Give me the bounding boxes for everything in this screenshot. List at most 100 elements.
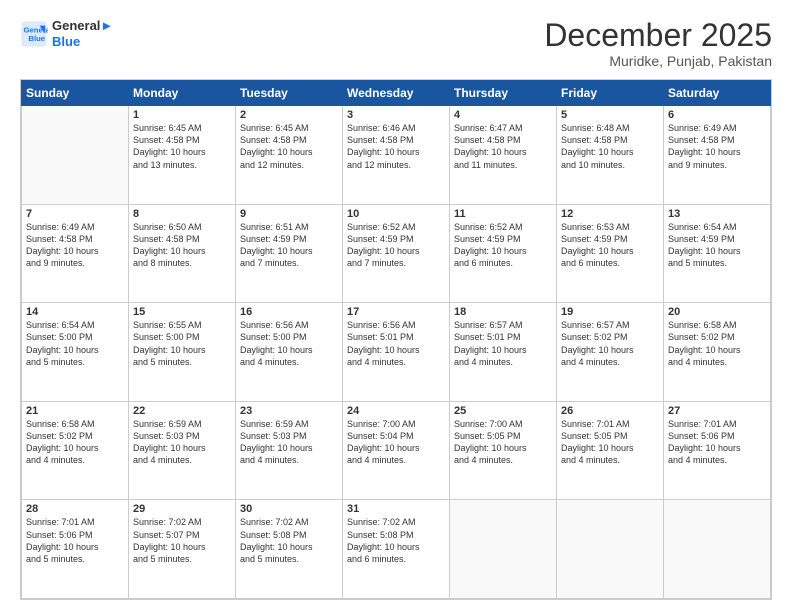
calendar-cell: 23Sunrise: 6:59 AM Sunset: 5:03 PM Dayli… (236, 401, 343, 500)
cell-content: Sunrise: 6:45 AM Sunset: 4:58 PM Dayligh… (133, 122, 231, 171)
week-row-4: 21Sunrise: 6:58 AM Sunset: 5:02 PM Dayli… (22, 401, 771, 500)
day-number: 26 (561, 405, 659, 417)
day-number: 25 (454, 405, 552, 417)
calendar-cell: 25Sunrise: 7:00 AM Sunset: 5:05 PM Dayli… (450, 401, 557, 500)
day-number: 12 (561, 208, 659, 220)
day-number: 30 (240, 503, 338, 515)
calendar-cell: 17Sunrise: 6:56 AM Sunset: 5:01 PM Dayli… (343, 303, 450, 402)
calendar-cell: 6Sunrise: 6:49 AM Sunset: 4:58 PM Daylig… (664, 106, 771, 205)
logo-icon: General Blue (20, 20, 48, 48)
cell-content: Sunrise: 6:52 AM Sunset: 4:59 PM Dayligh… (347, 221, 445, 270)
cell-content: Sunrise: 6:56 AM Sunset: 5:00 PM Dayligh… (240, 319, 338, 368)
calendar-cell (557, 500, 664, 599)
logo: General Blue General► Blue (20, 18, 113, 49)
day-number: 28 (26, 503, 124, 515)
day-number: 5 (561, 109, 659, 121)
cell-content: Sunrise: 7:00 AM Sunset: 5:05 PM Dayligh… (454, 418, 552, 467)
calendar-cell: 29Sunrise: 7:02 AM Sunset: 5:07 PM Dayli… (129, 500, 236, 599)
header: General Blue General► Blue December 2025… (20, 18, 772, 69)
calendar-cell: 13Sunrise: 6:54 AM Sunset: 4:59 PM Dayli… (664, 204, 771, 303)
cell-content: Sunrise: 6:57 AM Sunset: 5:02 PM Dayligh… (561, 319, 659, 368)
day-number: 1 (133, 109, 231, 121)
day-number: 16 (240, 306, 338, 318)
cell-content: Sunrise: 6:50 AM Sunset: 4:58 PM Dayligh… (133, 221, 231, 270)
day-number: 21 (26, 405, 124, 417)
calendar-cell: 28Sunrise: 7:01 AM Sunset: 5:06 PM Dayli… (22, 500, 129, 599)
calendar-body: 1Sunrise: 6:45 AM Sunset: 4:58 PM Daylig… (22, 106, 771, 599)
cell-content: Sunrise: 6:49 AM Sunset: 4:58 PM Dayligh… (26, 221, 124, 270)
cell-content: Sunrise: 7:02 AM Sunset: 5:07 PM Dayligh… (133, 516, 231, 565)
cell-content: Sunrise: 7:01 AM Sunset: 5:05 PM Dayligh… (561, 418, 659, 467)
cell-content: Sunrise: 6:53 AM Sunset: 4:59 PM Dayligh… (561, 221, 659, 270)
calendar-cell: 24Sunrise: 7:00 AM Sunset: 5:04 PM Dayli… (343, 401, 450, 500)
day-number: 18 (454, 306, 552, 318)
calendar-cell: 22Sunrise: 6:59 AM Sunset: 5:03 PM Dayli… (129, 401, 236, 500)
day-number: 24 (347, 405, 445, 417)
day-number: 29 (133, 503, 231, 515)
day-number: 10 (347, 208, 445, 220)
day-number: 9 (240, 208, 338, 220)
weekday-header-sunday: Sunday (22, 81, 129, 106)
day-number: 31 (347, 503, 445, 515)
day-number: 15 (133, 306, 231, 318)
day-number: 17 (347, 306, 445, 318)
cell-content: Sunrise: 6:59 AM Sunset: 5:03 PM Dayligh… (240, 418, 338, 467)
calendar-header: SundayMondayTuesdayWednesdayThursdayFrid… (22, 81, 771, 106)
cell-content: Sunrise: 6:55 AM Sunset: 5:00 PM Dayligh… (133, 319, 231, 368)
cell-content: Sunrise: 7:02 AM Sunset: 5:08 PM Dayligh… (240, 516, 338, 565)
calendar-cell: 8Sunrise: 6:50 AM Sunset: 4:58 PM Daylig… (129, 204, 236, 303)
calendar-cell: 20Sunrise: 6:58 AM Sunset: 5:02 PM Dayli… (664, 303, 771, 402)
day-number: 6 (668, 109, 766, 121)
cell-content: Sunrise: 7:01 AM Sunset: 5:06 PM Dayligh… (668, 418, 766, 467)
calendar-cell: 15Sunrise: 6:55 AM Sunset: 5:00 PM Dayli… (129, 303, 236, 402)
calendar-cell: 31Sunrise: 7:02 AM Sunset: 5:08 PM Dayli… (343, 500, 450, 599)
calendar-cell (664, 500, 771, 599)
calendar-cell: 27Sunrise: 7:01 AM Sunset: 5:06 PM Dayli… (664, 401, 771, 500)
calendar-cell: 4Sunrise: 6:47 AM Sunset: 4:58 PM Daylig… (450, 106, 557, 205)
calendar-cell: 7Sunrise: 6:49 AM Sunset: 4:58 PM Daylig… (22, 204, 129, 303)
cell-content: Sunrise: 6:51 AM Sunset: 4:59 PM Dayligh… (240, 221, 338, 270)
calendar-cell: 2Sunrise: 6:45 AM Sunset: 4:58 PM Daylig… (236, 106, 343, 205)
calendar-cell: 9Sunrise: 6:51 AM Sunset: 4:59 PM Daylig… (236, 204, 343, 303)
day-number: 14 (26, 306, 124, 318)
calendar-cell (450, 500, 557, 599)
calendar-cell: 10Sunrise: 6:52 AM Sunset: 4:59 PM Dayli… (343, 204, 450, 303)
calendar-cell: 30Sunrise: 7:02 AM Sunset: 5:08 PM Dayli… (236, 500, 343, 599)
cell-content: Sunrise: 6:57 AM Sunset: 5:01 PM Dayligh… (454, 319, 552, 368)
weekday-header-tuesday: Tuesday (236, 81, 343, 106)
cell-content: Sunrise: 6:58 AM Sunset: 5:02 PM Dayligh… (26, 418, 124, 467)
calendar-cell: 14Sunrise: 6:54 AM Sunset: 5:00 PM Dayli… (22, 303, 129, 402)
calendar-cell: 5Sunrise: 6:48 AM Sunset: 4:58 PM Daylig… (557, 106, 664, 205)
calendar-cell: 12Sunrise: 6:53 AM Sunset: 4:59 PM Dayli… (557, 204, 664, 303)
cell-content: Sunrise: 6:47 AM Sunset: 4:58 PM Dayligh… (454, 122, 552, 171)
cell-content: Sunrise: 7:02 AM Sunset: 5:08 PM Dayligh… (347, 516, 445, 565)
week-row-2: 7Sunrise: 6:49 AM Sunset: 4:58 PM Daylig… (22, 204, 771, 303)
day-number: 13 (668, 208, 766, 220)
cell-content: Sunrise: 6:56 AM Sunset: 5:01 PM Dayligh… (347, 319, 445, 368)
weekday-header-monday: Monday (129, 81, 236, 106)
weekday-header-saturday: Saturday (664, 81, 771, 106)
day-number: 2 (240, 109, 338, 121)
calendar-cell: 16Sunrise: 6:56 AM Sunset: 5:00 PM Dayli… (236, 303, 343, 402)
day-number: 23 (240, 405, 338, 417)
day-number: 11 (454, 208, 552, 220)
cell-content: Sunrise: 6:49 AM Sunset: 4:58 PM Dayligh… (668, 122, 766, 171)
day-number: 3 (347, 109, 445, 121)
calendar-cell: 21Sunrise: 6:58 AM Sunset: 5:02 PM Dayli… (22, 401, 129, 500)
week-row-5: 28Sunrise: 7:01 AM Sunset: 5:06 PM Dayli… (22, 500, 771, 599)
cell-content: Sunrise: 7:00 AM Sunset: 5:04 PM Dayligh… (347, 418, 445, 467)
day-number: 20 (668, 306, 766, 318)
month-title: December 2025 (544, 18, 772, 53)
day-number: 4 (454, 109, 552, 121)
week-row-1: 1Sunrise: 6:45 AM Sunset: 4:58 PM Daylig… (22, 106, 771, 205)
weekday-header-thursday: Thursday (450, 81, 557, 106)
cell-content: Sunrise: 6:45 AM Sunset: 4:58 PM Dayligh… (240, 122, 338, 171)
svg-text:Blue: Blue (28, 34, 45, 43)
cell-content: Sunrise: 6:48 AM Sunset: 4:58 PM Dayligh… (561, 122, 659, 171)
cell-content: Sunrise: 6:54 AM Sunset: 5:00 PM Dayligh… (26, 319, 124, 368)
cell-content: Sunrise: 7:01 AM Sunset: 5:06 PM Dayligh… (26, 516, 124, 565)
calendar: SundayMondayTuesdayWednesdayThursdayFrid… (20, 79, 772, 600)
location: Muridke, Punjab, Pakistan (544, 53, 772, 69)
logo-text: General► Blue (52, 18, 113, 49)
weekday-row: SundayMondayTuesdayWednesdayThursdayFrid… (22, 81, 771, 106)
